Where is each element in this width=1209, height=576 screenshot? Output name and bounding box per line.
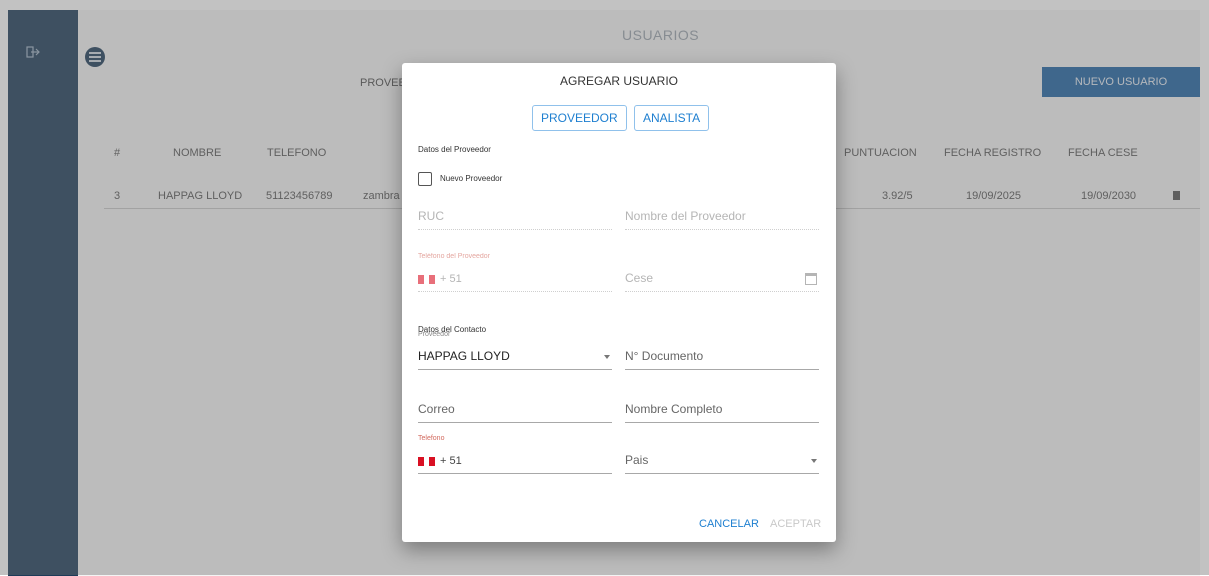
provider-phone-label: Teléfono del Proveedor: [418, 253, 490, 260]
full-name-placeholder: Nombre Completo: [625, 402, 723, 416]
provider-select-label: Proveedor: [418, 331, 451, 338]
accept-button[interactable]: ACEPTAR: [770, 518, 821, 530]
contact-phone-field[interactable]: Telefono + 51: [418, 435, 612, 474]
dropdown-arrow-icon: [604, 355, 610, 359]
new-provider-checkbox[interactable]: [418, 172, 432, 186]
provider-name-field[interactable]: Nombre del Proveedor: [625, 200, 819, 230]
cancel-button[interactable]: CANCELAR: [699, 518, 759, 530]
email-placeholder: Correo: [418, 402, 455, 416]
full-name-field[interactable]: Nombre Completo: [625, 393, 819, 423]
provider-phone-code[interactable]: + 51: [440, 273, 462, 285]
document-field[interactable]: N° Documento: [625, 340, 819, 370]
add-user-dialog: AGREGAR USUARIO PROVEEDOR ANALISTA Datos…: [402, 63, 836, 542]
tab-proveedor[interactable]: PROVEEDOR: [532, 105, 627, 131]
ruc-placeholder: RUC: [418, 209, 444, 223]
dialog-title: AGREGAR USUARIO: [559, 74, 679, 88]
new-provider-label: Nuevo Proveedor: [440, 174, 503, 183]
tab-analista[interactable]: ANALISTA: [634, 105, 710, 131]
peru-flag-icon: [418, 457, 436, 466]
country-placeholder: Pais: [625, 453, 649, 467]
provider-select[interactable]: Proveedor HAPPAG LLOYD: [418, 331, 612, 370]
calendar-icon[interactable]: [805, 273, 817, 285]
email-field[interactable]: Correo: [418, 393, 612, 423]
provider-phone-field[interactable]: Teléfono del Proveedor + 51: [418, 253, 612, 292]
country-select[interactable]: Pais: [625, 444, 819, 474]
peru-flag-icon: [418, 275, 436, 284]
contact-phone-label: Telefono: [418, 435, 445, 442]
cese-date-field[interactable]: Cese: [625, 262, 819, 292]
provider-name-placeholder: Nombre del Proveedor: [625, 209, 746, 223]
contact-phone-code[interactable]: + 51: [440, 455, 462, 467]
cese-placeholder: Cese: [625, 271, 654, 285]
ruc-field[interactable]: RUC: [418, 200, 612, 230]
provider-select-value: HAPPAG LLOYD: [418, 349, 510, 363]
document-placeholder: N° Documento: [625, 349, 704, 363]
provider-section-title: Datos del Proveedor: [418, 145, 491, 154]
dropdown-arrow-icon: [811, 459, 817, 463]
